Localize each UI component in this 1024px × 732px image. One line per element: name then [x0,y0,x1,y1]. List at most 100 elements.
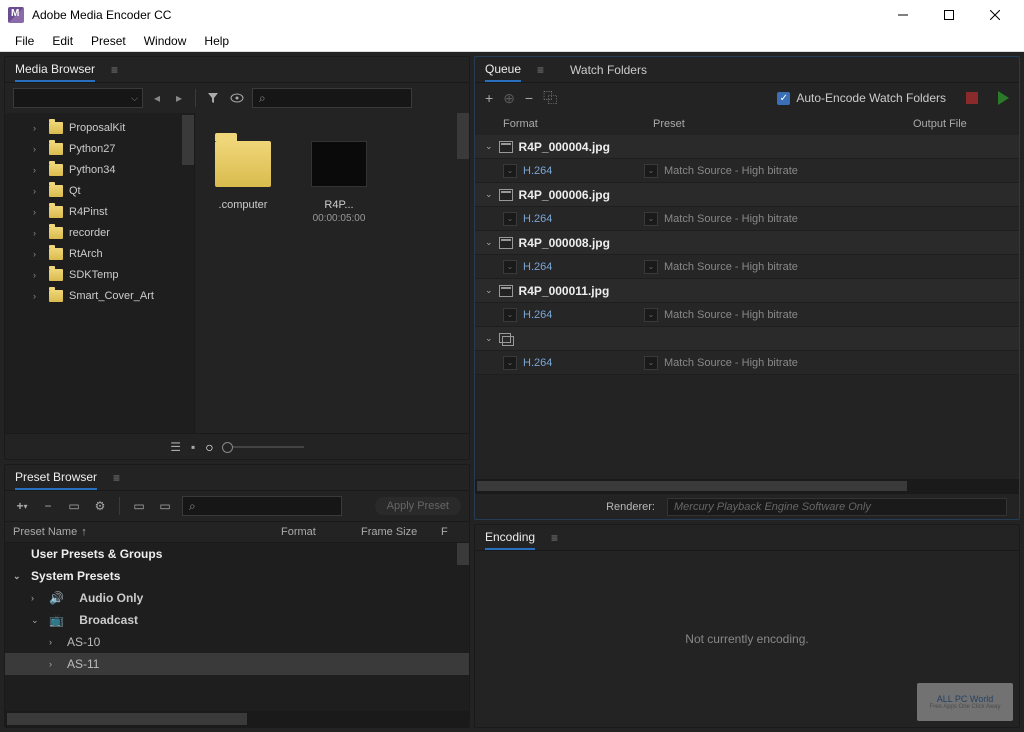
minimize-button[interactable] [880,0,926,30]
stop-button[interactable] [966,92,978,104]
preset-hscroll[interactable] [5,711,469,727]
export-preset-icon[interactable]: ▭ [156,497,174,515]
grid-sequence-item[interactable]: R4P... 00:00:05:00 [303,133,375,224]
nav-forward-icon[interactable]: ▸ [171,90,187,106]
preset-audio-only[interactable]: ›🔊 Audio Only [5,587,469,609]
path-dropdown[interactable]: ⌵ [13,88,143,108]
queue-job-row[interactable]: ⌄ [475,327,1019,351]
col-preset-name[interactable]: Preset Name [13,526,77,538]
tree-scrollbar[interactable] [182,113,194,433]
folder-tree[interactable]: ›ProposalKit›Python27›Python34›Qt›R4Pins… [5,113,195,433]
tree-item[interactable]: ›Smart_Cover_Art [5,285,194,306]
renderer-dropdown[interactable]: Mercury Playback Engine Software Only [667,498,1007,516]
chevron-down-icon[interactable]: ⌄ [644,212,658,226]
zoom-handle-icon[interactable]: ○ [205,439,213,455]
preset-scrollbar[interactable] [457,543,469,565]
queue-job-row[interactable]: ⌄R4P_000011.jpg [475,279,1019,303]
tree-item[interactable]: ›recorder [5,222,194,243]
chevron-down-icon[interactable]: ⌄ [503,308,517,322]
menu-help[interactable]: Help [195,32,238,50]
add-source-icon[interactable]: + [485,90,493,106]
media-grid[interactable]: .computer R4P... 00:00:05:00 [195,113,469,433]
queue-list[interactable]: ⌄R4P_000004.jpg ⌄ H.264 ⌄ Match Source - Hig… [475,135,1019,479]
col-frame-size[interactable]: Frame Size [361,526,441,538]
preset-search[interactable]: ⌕ [182,496,342,516]
add-output-icon[interactable]: ⊕ [503,90,515,107]
preset-link[interactable]: Match Source - High bitrate [664,357,798,369]
grid-scrollbar[interactable] [457,113,469,433]
queue-format-row[interactable]: ⌄ H.264 ⌄ Match Source - High bitrate [475,303,1019,327]
chevron-down-icon[interactable]: ⌄ [503,164,517,178]
preset-as10[interactable]: ›AS-10 [5,631,469,653]
format-link[interactable]: H.264 [523,213,638,225]
panel-menu-icon[interactable]: ≡ [551,531,558,545]
preset-broadcast[interactable]: ⌄📺 Broadcast [5,609,469,631]
remove-icon[interactable]: − [525,90,533,106]
queue-format-row[interactable]: ⌄H.264⌄Match Source - High bitrate [475,255,1019,279]
list-view-icon[interactable]: ☰ [170,440,181,454]
grid-folder-item[interactable]: .computer [207,133,279,211]
menu-preset[interactable]: Preset [82,32,135,50]
preset-user-group[interactable]: User Presets & Groups [5,543,469,565]
tree-item[interactable]: ›Qt [5,180,194,201]
maximize-button[interactable] [926,0,972,30]
tab-watch-folders[interactable]: Watch Folders [570,59,647,81]
remove-preset-icon[interactable]: − [39,497,57,515]
import-preset-icon[interactable]: ▭ [130,497,148,515]
close-button[interactable] [972,0,1018,30]
chevron-down-icon[interactable]: ⌄ [644,164,658,178]
auto-encode-checkbox[interactable]: ✓ [777,92,790,105]
queue-job-row[interactable]: ⌄R4P_000008.jpg [475,231,1019,255]
col-f[interactable]: F [441,526,461,538]
preset-link[interactable]: Match Source - High bitrate [664,165,798,177]
queue-format-row[interactable]: ⌄ H.264 ⌄ Match Source - High bitrate [475,159,1019,183]
zoom-slider[interactable] [224,446,304,448]
preset-link[interactable]: Match Source - High bitrate [664,261,798,273]
tab-queue[interactable]: Queue [485,58,521,82]
format-link[interactable]: H.264 [523,261,638,273]
col-queue-preset[interactable]: Preset [653,118,913,130]
duplicate-icon[interactable]: ⿻ [543,88,557,108]
tree-item[interactable]: ›Python34 [5,159,194,180]
chevron-down-icon[interactable]: ⌄ [644,308,658,322]
panel-menu-icon[interactable]: ≡ [111,63,118,77]
apply-preset-button[interactable]: Apply Preset [375,497,461,515]
tab-media-browser[interactable]: Media Browser [15,58,95,82]
preset-settings-icon[interactable]: ⚙ [91,497,109,515]
thumb-view-icon[interactable]: ▪ [191,440,195,454]
chevron-down-icon[interactable]: ⌄ [503,356,517,370]
tab-encoding[interactable]: Encoding [485,526,535,550]
tree-item[interactable]: ›Python27 [5,138,194,159]
format-link[interactable]: H.264 [523,309,638,321]
nav-back-icon[interactable]: ◂ [149,90,165,106]
queue-job-row[interactable]: ⌄R4P_000006.jpg [475,183,1019,207]
tree-item[interactable]: ›ProposalKit [5,117,194,138]
tab-preset-browser[interactable]: Preset Browser [15,466,97,490]
col-format[interactable]: Format [281,526,361,538]
tree-item[interactable]: ›R4Pinst [5,201,194,222]
format-link[interactable]: H.264 [523,165,638,177]
ingest-icon[interactable] [228,89,246,107]
queue-format-row[interactable]: ⌄ H.264 ⌄ Match Source - High bitrate [475,351,1019,375]
chevron-down-icon[interactable]: ⌄ [503,212,517,226]
tree-item[interactable]: ›SDKTemp [5,264,194,285]
queue-format-row[interactable]: ⌄ H.264 ⌄ Match Source - High bitrate [475,207,1019,231]
start-queue-button[interactable] [998,91,1009,105]
menu-file[interactable]: File [6,32,43,50]
preset-system[interactable]: ⌄System Presets [5,565,469,587]
filter-icon[interactable] [204,89,222,107]
menu-window[interactable]: Window [135,32,196,50]
queue-hscrollbar[interactable] [475,479,1019,493]
menu-edit[interactable]: Edit [43,32,82,50]
preset-link[interactable]: Match Source - High bitrate [664,213,798,225]
tree-item[interactable]: ›RtArch [5,243,194,264]
format-link[interactable]: H.264 [523,357,638,369]
media-search[interactable]: ⌕ [252,88,412,108]
queue-job-row[interactable]: ⌄R4P_000004.jpg [475,135,1019,159]
new-group-icon[interactable]: ▭ [65,497,83,515]
chevron-down-icon[interactable]: ⌄ [644,356,658,370]
chevron-down-icon[interactable]: ⌄ [503,260,517,274]
preset-as11[interactable]: ›AS-11 [5,653,469,675]
preset-link[interactable]: Match Source - High bitrate [664,309,798,321]
panel-menu-icon[interactable]: ≡ [537,63,544,77]
